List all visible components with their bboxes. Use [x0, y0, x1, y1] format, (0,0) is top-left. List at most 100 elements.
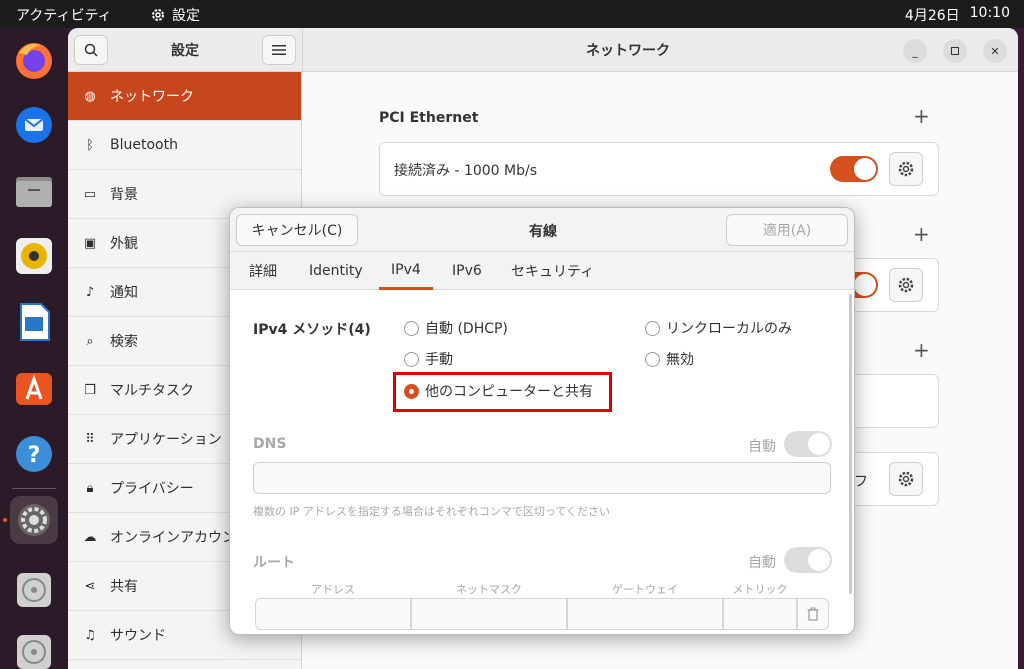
apps-icon: ⠿	[85, 431, 95, 447]
radio-label: 自動 (DHCP)	[425, 321, 508, 337]
sidebar-header: 設定	[68, 28, 302, 72]
main-header: ネットワーク _ ✕	[302, 28, 1018, 72]
route-gateway-input[interactable]	[567, 598, 723, 630]
search-icon: ⌕	[86, 333, 94, 349]
libreoffice-writer-icon[interactable]	[10, 298, 58, 346]
close-button[interactable]: ✕	[983, 39, 1007, 63]
minimize-icon: _	[912, 44, 918, 58]
firefox-icon[interactable]	[10, 36, 58, 84]
top-bar: アクティビティ 設定 4月26日 10:10	[0, 0, 1024, 28]
menu-button[interactable]	[262, 35, 296, 65]
help-icon[interactable]: ?	[10, 430, 58, 478]
route-netmask-input[interactable]	[411, 598, 567, 630]
thunderbird-icon[interactable]	[10, 100, 58, 148]
svg-text:?: ?	[28, 443, 41, 468]
radio-button	[404, 351, 419, 367]
app-menu[interactable]: 設定	[150, 5, 200, 25]
tab-bar: 詳細 Identity IPv4 IPv6 セキュリティ	[230, 252, 854, 290]
dns-input[interactable]	[253, 462, 831, 494]
ipv4-method-label: IPv4 メソッド(4)	[253, 322, 371, 338]
app-center-icon[interactable]	[10, 364, 58, 412]
column-header-metric: メトリック	[732, 583, 788, 596]
sidebar-item-label: 外観	[110, 236, 138, 252]
dock: ?	[0, 28, 68, 669]
date: 4月26日	[904, 8, 960, 24]
add-proxy-button[interactable]: +	[913, 338, 930, 362]
method-link-local-radio[interactable]: リンクローカルのみ	[645, 318, 792, 338]
settings-icon[interactable]	[10, 496, 58, 544]
route-metric-input[interactable]	[723, 598, 797, 630]
section-title-pci-ethernet: PCI Ethernet	[379, 110, 479, 126]
gear-icon	[898, 161, 914, 177]
time: 10:10	[969, 5, 1010, 21]
dns-auto-label: 自動	[748, 439, 776, 455]
delete-route-button[interactable]	[797, 598, 829, 630]
dns-auto-toggle[interactable]	[784, 431, 832, 457]
radio-label: 手動	[425, 352, 453, 368]
sidebar-item-network[interactable]: ◍ ネットワーク	[68, 72, 301, 121]
tab-ipv6[interactable]: IPv6	[452, 252, 482, 290]
radio-button	[404, 320, 419, 336]
highlight-box	[393, 372, 612, 412]
ethernet-toggle[interactable]	[830, 156, 878, 182]
minimize-button[interactable]: _	[903, 39, 927, 63]
music-icon: ♫	[84, 627, 96, 643]
app-name: 設定	[172, 8, 200, 24]
sidebar-item-label: 共有	[110, 579, 138, 595]
trash-icon	[807, 607, 819, 621]
column-header-gateway: ゲートウェイ	[612, 583, 678, 596]
dns-label: DNS	[253, 436, 287, 452]
dns-hint: 複数の IP アドレスを指定する場合はそれぞれコンマで区切ってください	[253, 505, 610, 518]
sidebar-item-bluetooth[interactable]: ᛒ Bluetooth	[68, 121, 301, 170]
radio-button	[645, 351, 660, 367]
dialog-header: キャンセル(C) 有線 適用(A)	[230, 208, 854, 252]
share-icon: ⋖	[84, 578, 96, 594]
sidebar-item-label: サウンド	[110, 628, 166, 644]
method-manual-radio[interactable]: 手動	[404, 349, 453, 369]
add-connection-button[interactable]: +	[913, 104, 930, 128]
sidebar-item-label: アプリケーション	[110, 432, 222, 448]
sidebar-item-label: ネットワーク	[110, 89, 194, 105]
radio-label: リンクローカルのみ	[666, 321, 792, 337]
cloud-icon: ☁	[83, 529, 97, 545]
sidebar-item-label: 背景	[110, 187, 138, 203]
other-settings-button[interactable]	[889, 462, 923, 496]
route-address-input[interactable]	[255, 598, 411, 630]
background-icon: ▭	[83, 186, 97, 202]
route-auto-toggle[interactable]	[784, 547, 832, 573]
tab-security[interactable]: セキュリティ	[511, 252, 594, 290]
maximize-button[interactable]	[943, 39, 967, 63]
lock-icon: 🔒︎	[86, 480, 94, 496]
bell-icon: ♪	[85, 284, 95, 300]
gear-icon	[898, 471, 914, 487]
method-disabled-radio[interactable]: 無効	[645, 349, 694, 369]
clock[interactable]: 4月26日 10:10	[905, 5, 1010, 25]
method-auto-radio[interactable]: 自動 (DHCP)	[404, 318, 508, 338]
add-vpn-button[interactable]: +	[913, 222, 930, 246]
tab-identity[interactable]: Identity	[309, 252, 363, 290]
column-header-netmask: ネットマスク	[456, 583, 522, 596]
tab-ipv4[interactable]: IPv4	[379, 252, 433, 290]
vpn-settings-button[interactable]	[889, 268, 923, 302]
ethernet-settings-button[interactable]	[889, 152, 923, 186]
wired-dialog: キャンセル(C) 有線 適用(A) 詳細 Identity IPv4 IPv6 …	[229, 207, 855, 635]
tab-details[interactable]: 詳細	[249, 252, 277, 290]
dock-separator	[12, 488, 56, 489]
radio-button	[645, 320, 660, 336]
sidebar-item-label: Bluetooth	[110, 137, 178, 153]
activities-button[interactable]: アクティビティ	[16, 5, 112, 25]
ethernet-card: 接続済み - 1000 Mb/s	[379, 142, 939, 196]
apply-button[interactable]: 適用(A)	[726, 214, 848, 246]
route-auto-label: 自動	[748, 555, 776, 571]
scrollbar[interactable]	[849, 294, 852, 594]
appearance-icon: ▣	[83, 235, 97, 251]
disc-icon[interactable]	[10, 628, 58, 669]
sidebar-item-label: 検索	[110, 334, 138, 350]
bluetooth-icon: ᛒ	[86, 137, 94, 153]
rhythmbox-icon[interactable]	[10, 232, 58, 280]
gear-icon	[152, 9, 164, 21]
files-icon[interactable]	[10, 166, 58, 214]
disc-icon[interactable]	[10, 566, 58, 614]
sidebar-item-label: 通知	[110, 285, 138, 301]
maximize-icon	[951, 47, 959, 55]
